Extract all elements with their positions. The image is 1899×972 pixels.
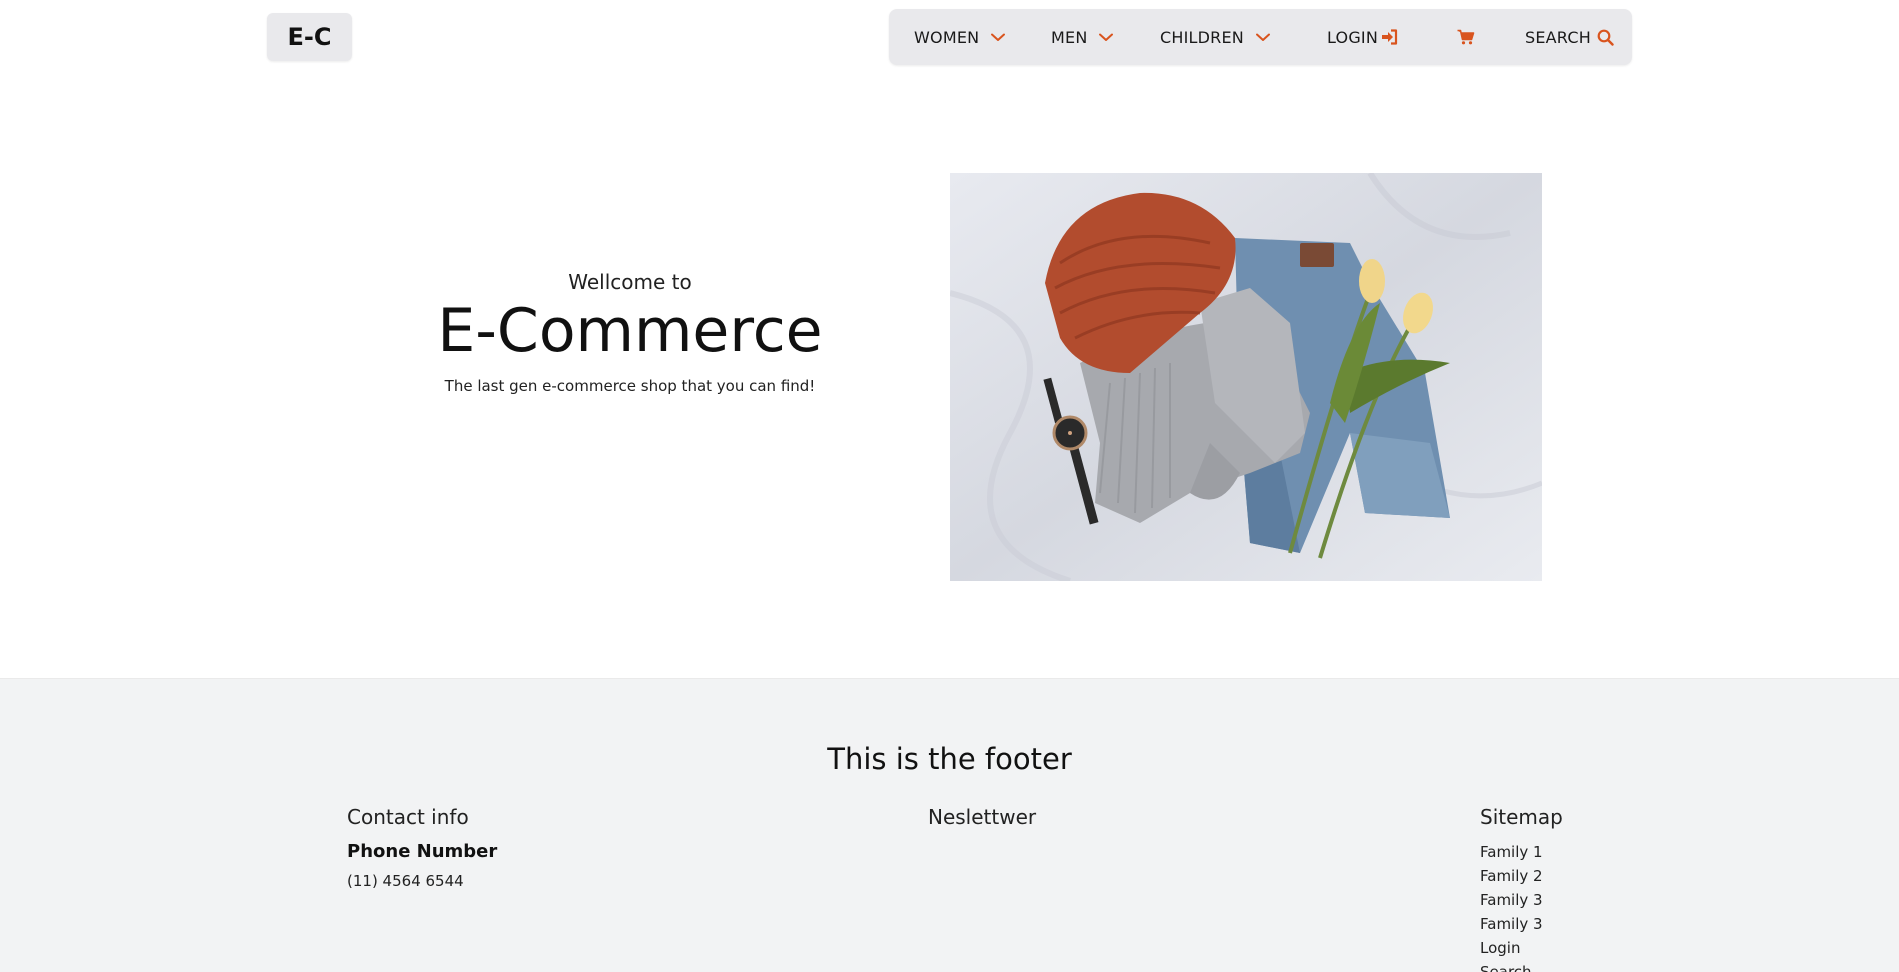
- contact-info-title: Contact info: [347, 805, 469, 829]
- hero-section: Wellcome to E-Commerce The last gen e-co…: [430, 270, 830, 395]
- nav-women-label: WOMEN: [914, 27, 980, 47]
- nav-login[interactable]: LOGIN: [1327, 9, 1398, 65]
- nav-search[interactable]: SEARCH: [1525, 9, 1614, 65]
- page: E-C WOMEN MEN CHILDREN LOGIN SEARCH Well…: [0, 0, 1899, 972]
- main-navbar: WOMEN MEN CHILDREN LOGIN SEARCH: [889, 9, 1632, 65]
- phone-label: Phone Number: [347, 841, 498, 862]
- newsletter-title: Neslettwer: [928, 805, 1037, 829]
- footer-title: This is the footer: [827, 742, 1072, 776]
- nav-search-label: SEARCH: [1525, 27, 1591, 47]
- flat-lay-clothes-illustration: [950, 173, 1542, 581]
- nav-men[interactable]: MEN: [1051, 9, 1114, 65]
- sitemap-link-family-3-duplicate[interactable]: Family 3: [1480, 912, 1543, 936]
- nav-children-label: CHILDREN: [1160, 27, 1244, 47]
- chevron-down-icon: [1255, 33, 1270, 42]
- sitemap-list: Family 1 Family 2 Family 3 Family 3 Logi…: [1480, 840, 1543, 972]
- logo[interactable]: E-C: [267, 13, 352, 61]
- chevron-down-icon: [1099, 33, 1114, 42]
- sitemap-link-family-1[interactable]: Family 1: [1480, 840, 1543, 864]
- chevron-down-icon: [991, 33, 1006, 42]
- hero-welcome: Wellcome to: [568, 270, 692, 294]
- nav-men-label: MEN: [1051, 27, 1088, 47]
- cart-button[interactable]: [1457, 9, 1475, 65]
- hero-title: E-Commerce: [437, 296, 823, 366]
- sitemap-title: Sitemap: [1480, 805, 1563, 829]
- sitemap-link-family-3[interactable]: Family 3: [1480, 888, 1543, 912]
- sign-in-icon: [1381, 29, 1398, 45]
- magnifier-icon: [1597, 29, 1614, 46]
- nav-children[interactable]: CHILDREN: [1160, 9, 1270, 65]
- sitemap-link-login[interactable]: Login: [1480, 936, 1543, 960]
- hero-image: [950, 173, 1542, 581]
- nav-login-label: LOGIN: [1327, 27, 1379, 47]
- hero-tagline: The last gen e-commerce shop that you ca…: [444, 377, 816, 395]
- sitemap-link-search[interactable]: Search: [1480, 960, 1543, 972]
- shopping-cart-icon: [1457, 29, 1475, 45]
- nav-women[interactable]: WOMEN: [914, 9, 1006, 65]
- sitemap-link-family-2[interactable]: Family 2: [1480, 864, 1543, 888]
- phone-value: (11) 4564 6544: [347, 872, 464, 890]
